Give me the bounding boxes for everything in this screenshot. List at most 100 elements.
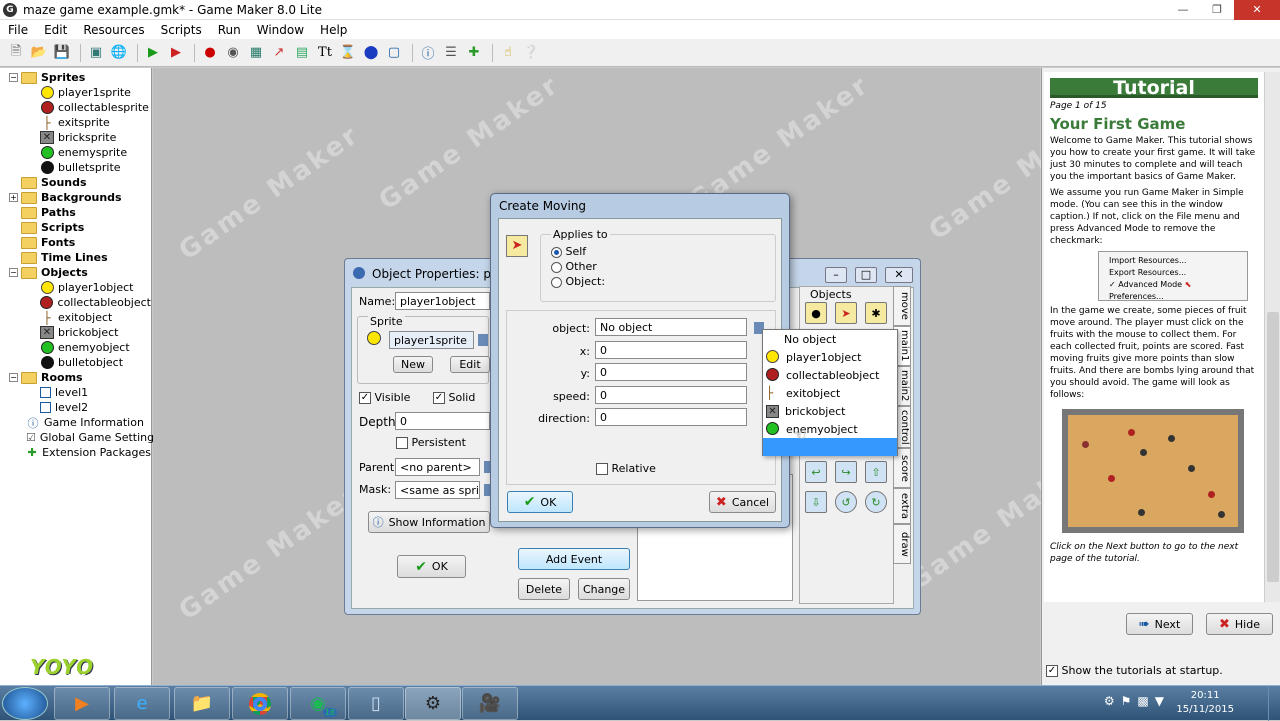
relative-checkbox-row[interactable]: Relative <box>596 462 656 475</box>
tree-item-object[interactable]: ✕ brickobject <box>0 325 151 340</box>
show-tutorials-checkbox-row[interactable]: ✓ Show the tutorials at startup. <box>1046 664 1223 677</box>
other-radio[interactable] <box>551 261 562 273</box>
bounce-icon[interactable]: ↻ <box>865 491 887 513</box>
game-maker-taskbar-icon[interactable]: ⚙ <box>405 687 461 720</box>
sprite-new-button[interactable]: New <box>393 356 433 373</box>
tutorial-next-button[interactable]: ➠ Next <box>1126 613 1193 635</box>
tab-draw[interactable]: draw <box>893 524 911 564</box>
create-executable-icon[interactable]: ▣ <box>86 43 106 63</box>
debug-icon[interactable]: ▶ <box>166 43 186 63</box>
align-grid-icon[interactable]: ⇩ <box>805 491 827 513</box>
game-info-icon[interactable]: ⓘ <box>418 43 438 63</box>
dropdown-item-highlighted[interactable] <box>763 438 897 456</box>
expand-icon[interactable]: + <box>9 193 18 202</box>
chrome-icon[interactable] <box>232 687 288 720</box>
collapse-icon[interactable]: − <box>9 268 18 277</box>
dropdown-item-object[interactable]: player1object <box>763 348 897 366</box>
tree-item-sprite[interactable]: bulletsprite <box>0 160 151 175</box>
add-background-icon[interactable]: ▦ <box>246 43 266 63</box>
collapse-icon[interactable]: − <box>9 73 18 82</box>
start-button[interactable] <box>2 687 48 720</box>
x-input[interactable]: 0 <box>595 341 747 359</box>
mask-select[interactable]: <same as sprite> <box>395 481 480 499</box>
delete-event-button[interactable]: Delete <box>518 578 570 600</box>
name-input[interactable]: player1object <box>395 292 490 310</box>
sprite-menu-icon[interactable] <box>478 334 488 346</box>
tray-icons[interactable]: ⚙⚑▩▼ <box>1104 694 1170 708</box>
dialog-ok-button[interactable]: ✔ OK <box>507 491 573 513</box>
solid-checkbox-row[interactable]: ✓ Solid <box>433 391 475 404</box>
add-sprite-icon[interactable]: ● <box>200 43 220 63</box>
menu-edit[interactable]: Edit <box>36 23 75 37</box>
tree-item-object[interactable]: bulletobject <box>0 355 151 370</box>
relative-checkbox[interactable] <box>596 463 608 475</box>
media-player-icon[interactable]: ▶ <box>54 687 110 720</box>
sprite-select[interactable]: player1sprite <box>389 331 474 349</box>
menu-window[interactable]: Window <box>249 23 312 37</box>
tree-paths-folder[interactable]: Paths <box>0 205 151 220</box>
create-random-icon[interactable]: ✱ <box>865 302 887 324</box>
tree-global-settings[interactable]: ☑ Global Game Settings <box>0 430 160 445</box>
tree-item-sprite[interactable]: ├ exitsprite <box>0 115 151 130</box>
tree-item-object[interactable]: collectableobject <box>0 295 151 310</box>
tree-item-room[interactable]: level2 <box>0 400 151 415</box>
menu-scripts[interactable]: Scripts <box>153 23 210 37</box>
jump-icon[interactable]: ↩ <box>805 461 827 483</box>
menu-help[interactable]: Help <box>312 23 355 37</box>
save-icon[interactable]: 💾 <box>52 43 72 63</box>
tree-item-object[interactable]: player1object <box>0 280 151 295</box>
visible-checkbox-row[interactable]: ✓ Visible <box>359 391 410 404</box>
tree-game-information[interactable]: ⓘ Game Information <box>0 415 151 430</box>
tree-item-object[interactable]: ├ exitobject <box>0 310 151 325</box>
open-file-icon[interactable]: 📂 <box>29 43 49 63</box>
notepad-icon[interactable]: ▯ <box>348 687 404 720</box>
tree-extension-packages[interactable]: ✚ Extension Packages <box>0 445 151 460</box>
y-input[interactable]: 0 <box>595 363 747 381</box>
tree-backgrounds-folder[interactable]: + Backgrounds <box>0 190 151 205</box>
wrap-icon[interactable]: ↺ <box>835 491 857 513</box>
menu-run[interactable]: Run <box>210 23 249 37</box>
object-ok-button[interactable]: ✔ OK <box>397 555 466 578</box>
menu-file[interactable]: File <box>0 23 36 37</box>
dropdown-item-object[interactable]: ✕ brickobject <box>763 402 897 420</box>
add-sound-icon[interactable]: ◉ <box>223 43 243 63</box>
system-clock[interactable]: 20:11 15/11/2015 <box>1176 689 1234 717</box>
speed-input[interactable]: 0 <box>595 386 747 404</box>
tree-timelines-folder[interactable]: Time Lines <box>0 250 151 265</box>
add-font-icon[interactable]: Tt <box>315 43 335 63</box>
global-settings-icon[interactable]: ☰ <box>441 43 461 63</box>
dropdown-item-object[interactable]: ├ exitobject <box>763 384 897 402</box>
maximize-button[interactable]: ❐ <box>1200 0 1234 20</box>
dropdown-item-no-object[interactable]: No object <box>763 330 897 348</box>
tree-item-sprite[interactable]: collectablesprite <box>0 100 151 115</box>
close-button[interactable]: ✕ <box>1234 0 1280 20</box>
maximize-button[interactable]: □ <box>855 267 877 283</box>
tree-scripts-folder[interactable]: Scripts <box>0 220 151 235</box>
manual-icon[interactable]: ☝ <box>498 43 518 63</box>
add-event-button[interactable]: Add Event <box>518 548 630 570</box>
object-radio[interactable] <box>551 276 562 288</box>
solid-checkbox[interactable]: ✓ <box>433 392 445 404</box>
create-moving-icon[interactable]: ➤ <box>835 302 857 324</box>
tree-item-sprite[interactable]: player1sprite <box>0 85 151 100</box>
add-path-icon[interactable]: ↗ <box>269 43 289 63</box>
add-timeline-icon[interactable]: ⌛ <box>338 43 358 63</box>
direction-input[interactable]: 0 <box>595 408 747 426</box>
visible-checkbox[interactable]: ✓ <box>359 392 371 404</box>
dialog-cancel-button[interactable]: ✖ Cancel <box>709 491 776 513</box>
parent-select[interactable]: <no parent> <box>395 458 480 476</box>
new-file-icon[interactable]: 🗎 <box>6 43 26 63</box>
show-tutorials-checkbox[interactable]: ✓ <box>1046 665 1058 677</box>
menu-resources[interactable]: Resources <box>75 23 152 37</box>
minimize-button[interactable]: — <box>1166 0 1200 20</box>
spotify-icon[interactable]: ◉ 18 <box>290 687 346 720</box>
change-event-button[interactable]: Change <box>578 578 630 600</box>
show-information-button[interactable]: ⓘ Show Information <box>368 511 490 533</box>
tree-item-room[interactable]: level1 <box>0 385 151 400</box>
run-icon[interactable]: ▶ <box>143 43 163 63</box>
object-arg-select[interactable]: No object <box>595 318 747 336</box>
tree-sounds-folder[interactable]: Sounds <box>0 175 151 190</box>
sprite-edit-button[interactable]: Edit <box>450 356 490 373</box>
tab-extra[interactable]: extra <box>893 488 911 524</box>
hypercam-icon[interactable]: 🎥 <box>462 687 518 720</box>
